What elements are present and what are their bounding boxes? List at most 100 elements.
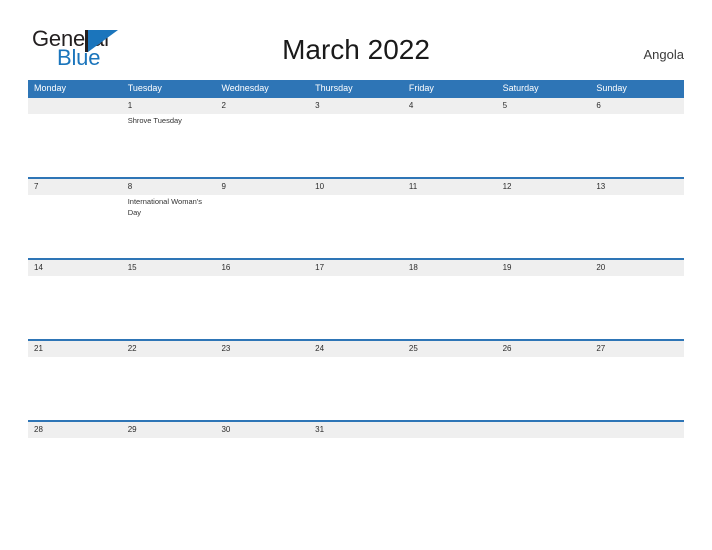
day-cell[interactable]: 30 <box>215 422 309 438</box>
day-cell[interactable]: 14 <box>28 260 122 276</box>
day-cell[interactable]: 17 <box>309 260 403 276</box>
day-cell[interactable]: 27 <box>590 341 684 357</box>
week-date-band: 1 2 3 4 5 6 <box>28 98 684 114</box>
event-cell[interactable] <box>28 195 122 258</box>
page-header: General Blue March 2022 Angola <box>0 0 712 80</box>
week-event-band <box>28 438 684 501</box>
event-cell[interactable] <box>215 114 309 177</box>
day-cell[interactable]: 4 <box>403 98 497 114</box>
week-event-band <box>28 276 684 339</box>
week-event-band: Shrove Tuesday <box>28 114 684 177</box>
event-cell[interactable] <box>28 438 122 501</box>
day-cell[interactable]: 1 <box>122 98 216 114</box>
day-cell[interactable]: 5 <box>497 98 591 114</box>
event-cell[interactable] <box>497 438 591 501</box>
event-cell[interactable] <box>309 357 403 420</box>
weekday-header-monday: Monday <box>34 83 67 93</box>
event-cell[interactable] <box>215 357 309 420</box>
weekday-header-saturday: Saturday <box>502 83 539 93</box>
event-cell[interactable]: International Woman's Day <box>122 195 216 258</box>
brand-logo[interactable]: General Blue <box>32 28 152 72</box>
event-cell[interactable] <box>122 276 216 339</box>
day-cell[interactable]: 11 <box>403 179 497 195</box>
day-cell[interactable]: 9 <box>215 179 309 195</box>
event-cell[interactable] <box>403 357 497 420</box>
event-cell[interactable] <box>215 438 309 501</box>
day-number: 12 <box>502 182 512 191</box>
event-cell[interactable] <box>28 357 122 420</box>
day-cell[interactable]: 20 <box>590 260 684 276</box>
event-cell[interactable] <box>28 276 122 339</box>
event-cell[interactable] <box>403 195 497 258</box>
day-number: 13 <box>596 182 606 191</box>
weekday-header-sunday: Sunday <box>596 83 627 93</box>
day-cell[interactable] <box>590 422 684 438</box>
calendar-week-row: 14 15 16 17 18 19 20 <box>28 258 684 339</box>
day-cell[interactable]: 10 <box>309 179 403 195</box>
day-number: 11 <box>408 182 418 191</box>
event-cell[interactable] <box>403 114 497 177</box>
pennant-triangle-icon <box>85 30 118 52</box>
event-cell[interactable] <box>28 114 122 177</box>
event-cell[interactable] <box>497 195 591 258</box>
event-cell[interactable] <box>590 195 684 258</box>
day-cell[interactable]: 19 <box>497 260 591 276</box>
event-cell[interactable] <box>497 276 591 339</box>
day-number: 4 <box>408 101 414 110</box>
day-cell[interactable]: 31 <box>309 422 403 438</box>
day-number: 18 <box>408 263 418 272</box>
event-cell[interactable] <box>309 195 403 258</box>
event-cell[interactable] <box>403 438 497 501</box>
day-cell[interactable]: 3 <box>309 98 403 114</box>
day-cell[interactable]: 15 <box>122 260 216 276</box>
day-cell[interactable]: 24 <box>309 341 403 357</box>
event-cell[interactable] <box>122 357 216 420</box>
calendar-week-row: 28 29 30 31 <box>28 420 684 501</box>
event-cell[interactable] <box>215 195 309 258</box>
day-cell[interactable]: 6 <box>590 98 684 114</box>
event-cell[interactable] <box>590 438 684 501</box>
page-title: March 2022 <box>282 34 430 65</box>
day-number: 14 <box>34 263 43 272</box>
day-cell[interactable] <box>403 422 497 438</box>
event-cell[interactable] <box>497 114 591 177</box>
calendar-week-row: 1 2 3 4 5 6 Shrove Tuesday <box>28 96 684 177</box>
event-cell[interactable] <box>309 114 403 177</box>
day-cell[interactable]: 29 <box>122 422 216 438</box>
calendar-week-row: 21 22 23 24 25 26 27 <box>28 339 684 420</box>
event-cell[interactable] <box>309 438 403 501</box>
day-cell[interactable]: 23 <box>215 341 309 357</box>
day-number: 15 <box>127 263 137 272</box>
event-cell[interactable] <box>309 276 403 339</box>
day-cell[interactable]: 12 <box>497 179 591 195</box>
day-number: 8 <box>127 182 133 191</box>
day-cell[interactable]: 28 <box>28 422 122 438</box>
day-cell[interactable] <box>497 422 591 438</box>
day-number: 22 <box>127 344 137 353</box>
event-label: Shrove Tuesday <box>127 116 182 125</box>
day-cell[interactable]: 13 <box>590 179 684 195</box>
event-cell[interactable] <box>122 438 216 501</box>
week-date-band: 28 29 30 31 <box>28 422 684 438</box>
event-cell[interactable] <box>403 276 497 339</box>
day-cell[interactable]: 26 <box>497 341 591 357</box>
event-cell[interactable]: Shrove Tuesday <box>122 114 216 177</box>
event-cell[interactable] <box>590 276 684 339</box>
event-cell[interactable] <box>497 357 591 420</box>
day-cell[interactable] <box>28 98 122 114</box>
event-cell[interactable] <box>215 276 309 339</box>
day-cell[interactable]: 8 <box>122 179 216 195</box>
day-cell[interactable]: 7 <box>28 179 122 195</box>
day-cell[interactable]: 21 <box>28 341 122 357</box>
day-number: 30 <box>221 425 231 434</box>
event-cell[interactable] <box>590 114 684 177</box>
weekday-header-row: Monday Tuesday Wednesday Thursday Friday… <box>28 80 684 96</box>
event-cell[interactable] <box>590 357 684 420</box>
day-cell[interactable]: 25 <box>403 341 497 357</box>
day-cell[interactable]: 2 <box>215 98 309 114</box>
day-cell[interactable]: 18 <box>403 260 497 276</box>
day-cell[interactable]: 16 <box>215 260 309 276</box>
day-cell[interactable]: 22 <box>122 341 216 357</box>
day-number: 28 <box>34 425 43 434</box>
weekday-header-tuesday: Tuesday <box>127 83 162 93</box>
